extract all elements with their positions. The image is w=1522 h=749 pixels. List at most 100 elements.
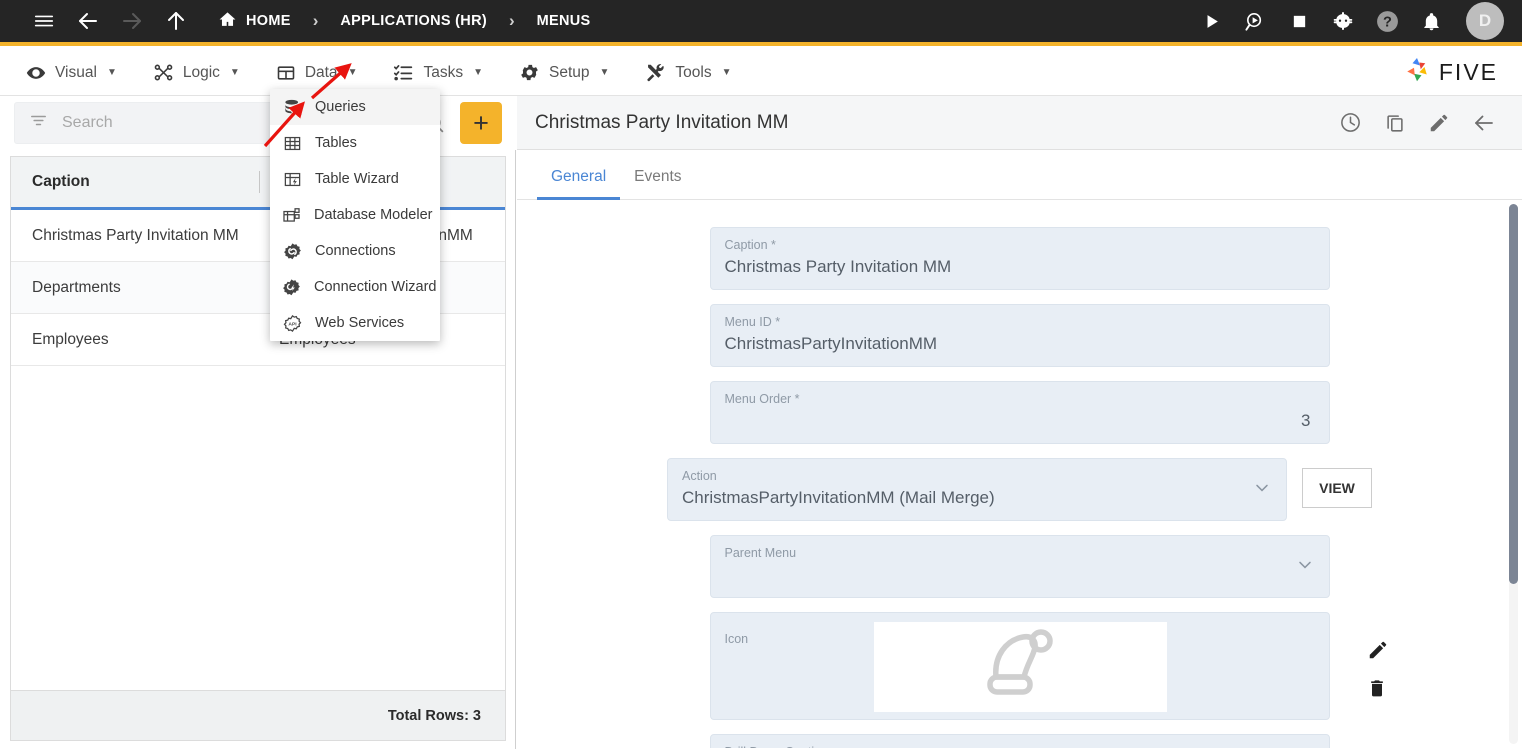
detail-form: Caption * Christmas Party Invitation MM …: [517, 200, 1522, 748]
cell-caption: Departments: [32, 278, 121, 296]
breadcrumb: HOME › APPLICATIONS (HR) › MENUS: [214, 10, 595, 33]
breadcrumb-separator-1: ›: [312, 11, 319, 30]
total-rows-label: Total Rows: 3: [387, 707, 481, 724]
form-scrollbar-track[interactable]: [1509, 204, 1518, 744]
bot-icon[interactable]: [1328, 6, 1358, 36]
menu-item-label-setup: Setup: [549, 63, 590, 81]
edit-pencil-icon[interactable]: [1367, 639, 1413, 661]
menu-order-field[interactable]: Menu Order * 3: [709, 381, 1330, 444]
topbar-actions-group: ? D: [1196, 2, 1522, 40]
menu-item-logic[interactable]: Logic ▼: [135, 50, 258, 96]
breadcrumb-item-applications[interactable]: APPLICATIONS (HR): [336, 13, 491, 29]
table-wizard-icon: [282, 170, 302, 189]
parent-menu-field-label: Parent Menu: [724, 546, 797, 560]
topbar-left-group: HOME › APPLICATIONS (HR) › MENUS: [0, 0, 595, 44]
tab-events[interactable]: Events: [620, 168, 695, 199]
form-row-drill-down-caption: Drill Down Caption: [517, 734, 1522, 748]
connection-wizard-icon: [282, 278, 301, 297]
table-icon: [282, 134, 302, 153]
stop-icon[interactable]: [1284, 6, 1314, 36]
history-icon[interactable]: [1339, 111, 1362, 134]
breadcrumb-item-home[interactable]: HOME: [214, 10, 295, 33]
chevron-down-icon: ▼: [721, 67, 732, 78]
icon-preview[interactable]: [873, 622, 1167, 712]
icon-field-actions: [1353, 613, 1413, 721]
dropdown-item-web-services[interactable]: API Web Services: [270, 305, 440, 341]
breadcrumb-item-menus[interactable]: MENUS: [533, 13, 595, 29]
data-grid-icon: [276, 63, 296, 83]
icon-field-label: Icon: [724, 632, 749, 646]
menu-item-setup[interactable]: Setup ▼: [501, 50, 627, 96]
form-row-caption: Caption * Christmas Party Invitation MM: [517, 227, 1522, 290]
chevron-down-icon: ▼: [106, 67, 117, 78]
run-icon[interactable]: [1196, 6, 1226, 36]
dropdown-item-label: Queries: [315, 99, 366, 115]
database-modeler-icon: [282, 206, 301, 225]
dropdown-item-label: Connections: [315, 243, 396, 259]
svg-text:?: ?: [1383, 14, 1392, 30]
dropdown-item-table-wizard[interactable]: Table Wizard: [270, 161, 440, 197]
parent-menu-field[interactable]: Parent Menu: [709, 535, 1330, 598]
icon-field[interactable]: Icon: [709, 612, 1386, 720]
grid-footer: Total Rows: 3: [11, 690, 505, 740]
application-menu-bar: Visual ▼ Logic ▼ Data ▼ Tasks ▼ Setup ▼ …: [0, 50, 1522, 96]
menu-id-field-value: ChristmasPartyInvitationMM: [724, 334, 938, 353]
action-field-value: ChristmasPartyInvitationMM (Mail Merge): [682, 488, 995, 507]
svg-text:API: API: [288, 321, 297, 327]
dropdown-item-database-modeler[interactable]: Database Modeler: [270, 197, 440, 233]
top-navigation-bar: HOME › APPLICATIONS (HR) › MENUS ? D: [0, 0, 1522, 46]
dropdown-item-queries[interactable]: Queries: [270, 89, 440, 125]
copy-icon[interactable]: [1384, 112, 1406, 134]
drill-down-caption-field-label: Drill Down Caption: [725, 744, 1315, 748]
grid-column-header-caption[interactable]: Caption: [11, 157, 259, 207]
gear-icon: [519, 62, 540, 83]
hamburger-icon[interactable]: [22, 0, 66, 44]
five-mark-icon: [1402, 55, 1432, 90]
caption-field-value: Christmas Party Invitation MM: [724, 257, 952, 276]
dropdown-item-tables[interactable]: Tables: [270, 125, 440, 161]
debug-icon[interactable]: [1240, 6, 1270, 36]
database-search-icon: [282, 98, 302, 117]
drill-down-caption-field[interactable]: Drill Down Caption: [709, 734, 1330, 748]
app-root: HOME › APPLICATIONS (HR) › MENUS ? D Vis…: [0, 0, 1522, 749]
action-field[interactable]: Action ChristmasPartyInvitationMM (Mail …: [667, 458, 1287, 521]
api-icon: API: [282, 314, 302, 333]
dropdown-item-label: Connection Wizard: [314, 279, 437, 295]
edit-pencil-icon[interactable]: [1428, 112, 1450, 134]
arrow-left-icon[interactable]: [66, 0, 110, 44]
add-menu-button[interactable]: +: [460, 102, 502, 144]
dropdown-item-connection-wizard[interactable]: Connection Wizard: [270, 269, 440, 305]
help-icon[interactable]: ?: [1372, 6, 1402, 36]
chevron-down-icon[interactable]: [1295, 554, 1315, 579]
data-dropdown-menu: Queries Tables Table Wizard Database Mod…: [270, 89, 440, 341]
breadcrumb-separator-2: ›: [508, 11, 515, 30]
arrow-up-icon[interactable]: [154, 0, 198, 44]
menu-item-tools[interactable]: Tools ▼: [627, 50, 749, 96]
avatar[interactable]: D: [1466, 2, 1504, 40]
eye-icon: [26, 63, 46, 83]
chevron-down-icon[interactable]: [1252, 477, 1272, 502]
connections-icon: [282, 242, 302, 261]
caption-field[interactable]: Caption * Christmas Party Invitation MM: [709, 227, 1330, 290]
delete-trash-icon[interactable]: [1367, 677, 1413, 699]
menu-id-field[interactable]: Menu ID * ChristmasPartyInvitationMM: [709, 304, 1330, 367]
view-action-button[interactable]: VIEW: [1302, 468, 1372, 508]
chevron-down-icon: ▼: [347, 67, 358, 78]
menu-item-label-logic: Logic: [182, 63, 220, 81]
arrow-right-icon[interactable]: [110, 0, 154, 44]
chevron-down-icon: ▼: [473, 67, 483, 78]
plus-icon: +: [473, 107, 489, 138]
menu-item-visual[interactable]: Visual ▼: [8, 50, 135, 96]
logic-icon: [153, 62, 174, 83]
bell-icon[interactable]: [1416, 6, 1446, 36]
filter-icon[interactable]: [29, 111, 48, 135]
form-scrollbar-thumb[interactable]: [1509, 204, 1518, 584]
tab-general[interactable]: General: [537, 168, 621, 200]
detail-form-scroll-area: Caption * Christmas Party Invitation MM …: [517, 200, 1522, 748]
back-arrow-icon[interactable]: [1472, 111, 1496, 135]
dropdown-item-connections[interactable]: Connections: [270, 233, 440, 269]
